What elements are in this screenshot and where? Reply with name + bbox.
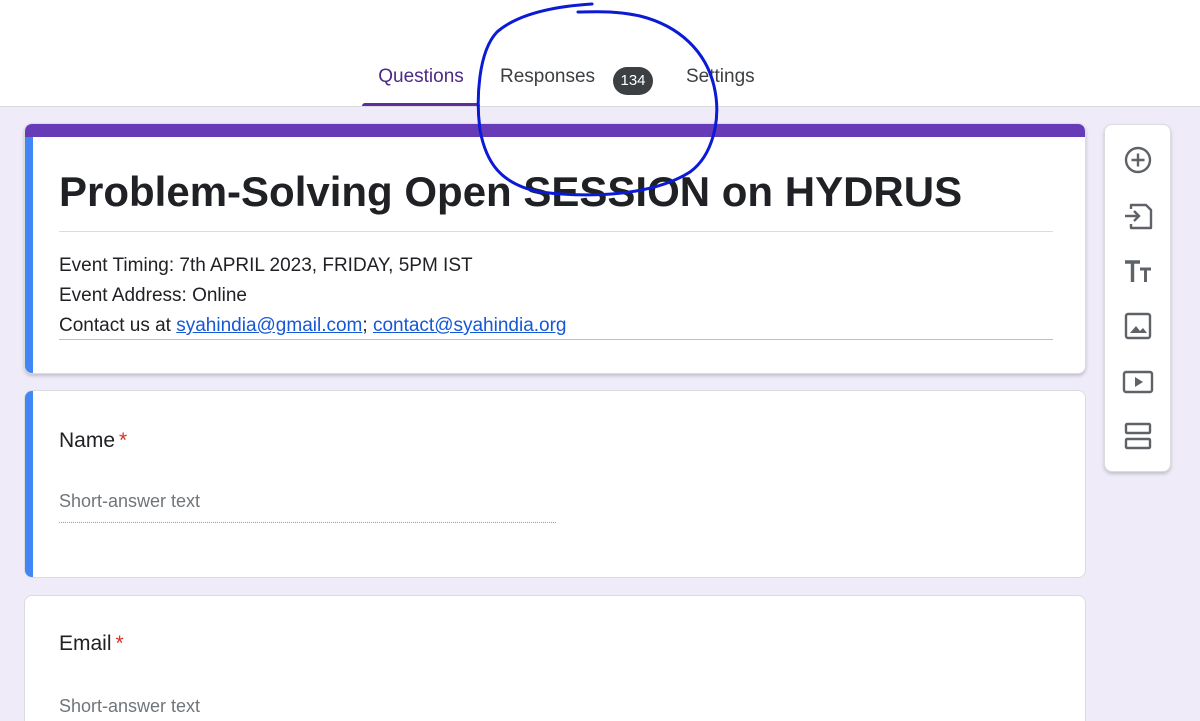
- short-answer-field: Short-answer text: [59, 491, 556, 523]
- form-header-card[interactable]: Problem-Solving Open SESSION on HYDRUS E…: [24, 123, 1086, 374]
- contact-separator: ;: [362, 315, 368, 336]
- required-asterisk: *: [119, 429, 128, 452]
- short-answer-field: Short-answer text: [59, 696, 556, 721]
- question-card-name[interactable]: Name * Short-answer text: [24, 390, 1086, 578]
- tab-questions-label: Questions: [378, 66, 464, 87]
- question-title-text: Email: [59, 632, 112, 655]
- question-title-text: Name: [59, 429, 116, 452]
- email-link-1[interactable]: syahindia@gmail.com: [176, 315, 362, 336]
- form-description[interactable]: Event Timing: 7th APRIL 2023, FRIDAY, 5P…: [59, 251, 567, 341]
- title-divider: [59, 231, 1053, 232]
- question-card-email[interactable]: Email * Short-answer text: [24, 595, 1086, 721]
- active-tab-indicator: [362, 103, 480, 106]
- tab-settings[interactable]: Settings: [686, 66, 755, 106]
- tab-responses[interactable]: Responses: [500, 66, 595, 106]
- add-video-icon[interactable]: [1122, 366, 1154, 398]
- question-title[interactable]: Email *: [59, 632, 124, 656]
- email-link-2[interactable]: contact@syahindia.org: [373, 315, 567, 336]
- responses-count-badge: 134: [613, 67, 653, 95]
- question-toolbar: [1104, 124, 1171, 472]
- description-divider: [59, 339, 1053, 340]
- form-title[interactable]: Problem-Solving Open SESSION on HYDRUS: [59, 168, 962, 216]
- add-title-icon[interactable]: [1122, 256, 1154, 288]
- focused-question-indicator: [25, 391, 33, 577]
- tab-questions[interactable]: Questions: [362, 66, 480, 106]
- theme-color-bar: [25, 124, 1085, 137]
- tab-settings-label: Settings: [686, 66, 755, 87]
- question-title[interactable]: Name *: [59, 429, 127, 453]
- add-question-icon[interactable]: [1122, 144, 1154, 176]
- contact-prefix: Contact us at: [59, 315, 177, 336]
- add-image-icon[interactable]: [1122, 310, 1154, 342]
- event-address: Event Address: Online: [59, 285, 247, 306]
- contact-line: Contact us at syahindia@gmail.com; conta…: [59, 311, 567, 341]
- event-timing: Event Timing: 7th APRIL 2023, FRIDAY, 5P…: [59, 255, 473, 276]
- tab-responses-label: Responses: [500, 66, 596, 87]
- import-questions-icon[interactable]: [1122, 200, 1154, 232]
- required-asterisk: *: [115, 632, 124, 655]
- selected-card-indicator: [25, 137, 33, 373]
- tab-bar: Questions Responses 134 Settings: [0, 0, 1200, 107]
- add-section-icon[interactable]: [1122, 420, 1154, 452]
